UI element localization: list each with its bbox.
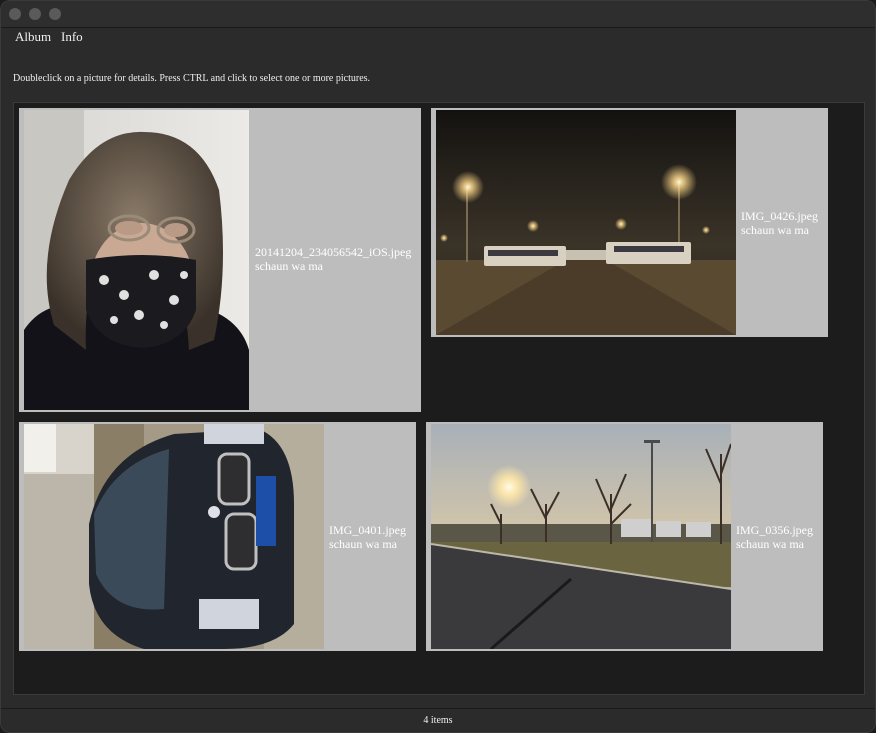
photo-card[interactable]: 20141204_234056542_iOS.jpeg schaun wa ma	[19, 108, 421, 412]
photo-card[interactable]: IMG_0401.jpeg schaun wa ma	[19, 422, 416, 651]
photo-author: schaun wa ma	[741, 223, 809, 237]
status-bar: 4 items	[1, 708, 875, 732]
photo-thumbnail[interactable]	[24, 424, 324, 649]
photo-filename: IMG_0356.jpeg	[736, 523, 813, 537]
zoom-window-button[interactable]	[49, 8, 61, 20]
photo-caption: 20141204_234056542_iOS.jpeg schaun wa ma	[255, 245, 411, 273]
photo-caption: IMG_0401.jpeg schaun wa ma	[329, 523, 406, 551]
photo-filename: IMG_0401.jpeg	[329, 523, 406, 537]
instructions-text: Doubleclick on a picture for details. Pr…	[13, 73, 371, 84]
photo-thumbnail[interactable]	[24, 110, 249, 410]
menu-info[interactable]: Info	[61, 29, 83, 45]
menu-bar: Album Info	[1, 28, 875, 48]
photo-filename: 20141204_234056542_iOS.jpeg	[255, 245, 412, 259]
photo-thumbnail[interactable]	[436, 110, 736, 335]
menu-album[interactable]: Album	[15, 29, 51, 45]
photo-thumbnail[interactable]	[431, 424, 731, 649]
photo-filename: IMG_0426.jpeg	[741, 209, 818, 223]
photo-author: schaun wa ma	[255, 259, 323, 273]
minimize-window-button[interactable]	[29, 8, 41, 20]
app-window: Album Info Doubleclick on a picture for …	[0, 0, 876, 733]
photo-caption: IMG_0356.jpeg schaun wa ma	[736, 523, 813, 551]
close-window-button[interactable]	[9, 8, 21, 20]
photo-gallery[interactable]: 20141204_234056542_iOS.jpeg schaun wa ma	[13, 102, 865, 695]
photo-author: schaun wa ma	[329, 537, 397, 551]
photo-card[interactable]: IMG_0356.jpeg schaun wa ma	[426, 422, 823, 651]
title-bar[interactable]	[1, 1, 875, 28]
photo-caption: IMG_0426.jpeg schaun wa ma	[741, 209, 818, 237]
item-count: 4 items	[423, 715, 453, 726]
photo-author: schaun wa ma	[736, 537, 804, 551]
photo-card[interactable]: IMG_0426.jpeg schaun wa ma	[431, 108, 828, 337]
